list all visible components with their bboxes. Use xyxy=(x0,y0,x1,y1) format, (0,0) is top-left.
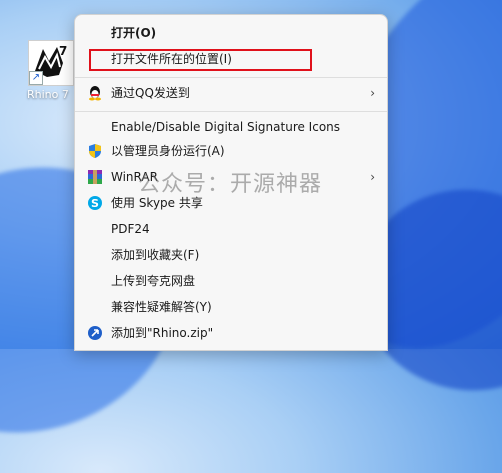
winrar-icon xyxy=(87,169,103,185)
compress-icon xyxy=(87,325,103,341)
menu-item-label: 打开(O) xyxy=(111,26,157,40)
menu-item-label: 添加到收藏夹(F) xyxy=(111,248,200,262)
menu-item-send-via-qq[interactable]: 通过QQ发送到 › xyxy=(79,81,383,105)
menu-item-pdf24[interactable]: PDF24 xyxy=(79,217,383,241)
svg-text:S: S xyxy=(91,197,99,210)
qq-icon xyxy=(87,85,103,101)
menu-item-label: 添加到"Rhino.zip" xyxy=(111,326,214,340)
chevron-right-icon: › xyxy=(370,86,375,100)
shortcut-arrow-icon: ↗ xyxy=(29,71,43,85)
menu-item-upload-quark[interactable]: 上传到夸克网盘 xyxy=(79,269,383,293)
rhino-desktop-shortcut[interactable]: 7 ↗ Rhino 7 xyxy=(27,40,74,101)
menu-item-label: 上传到夸克网盘 xyxy=(111,274,196,288)
menu-separator xyxy=(75,111,387,112)
menu-item-run-as-admin[interactable]: 以管理员身份运行(A) xyxy=(79,139,383,163)
menu-item-add-to-zip[interactable]: 添加到"Rhino.zip" xyxy=(79,321,383,345)
menu-item-label: 以管理员身份运行(A) xyxy=(111,144,225,158)
red-highlight-box xyxy=(89,49,312,71)
menu-item-compatibility[interactable]: 兼容性疑难解答(Y) xyxy=(79,295,383,319)
menu-item-digital-signature[interactable]: Enable/Disable Digital Signature Icons xyxy=(79,115,383,139)
menu-item-add-to-favorites[interactable]: 添加到收藏夹(F) xyxy=(79,243,383,267)
menu-separator xyxy=(75,77,387,78)
menu-item-open[interactable]: 打开(O) xyxy=(79,21,383,45)
menu-item-label: 通过QQ发送到 xyxy=(111,86,190,100)
menu-item-label: Enable/Disable Digital Signature Icons xyxy=(111,120,341,134)
skype-icon: S xyxy=(87,195,103,211)
menu-item-label: 兼容性疑难解答(Y) xyxy=(111,300,212,314)
menu-item-label: PDF24 xyxy=(111,222,150,236)
watermark-text: 公众号：开源神器 xyxy=(138,172,323,197)
chevron-right-icon: › xyxy=(370,170,375,184)
uac-shield-icon xyxy=(87,143,103,159)
svg-text:7: 7 xyxy=(59,44,67,58)
